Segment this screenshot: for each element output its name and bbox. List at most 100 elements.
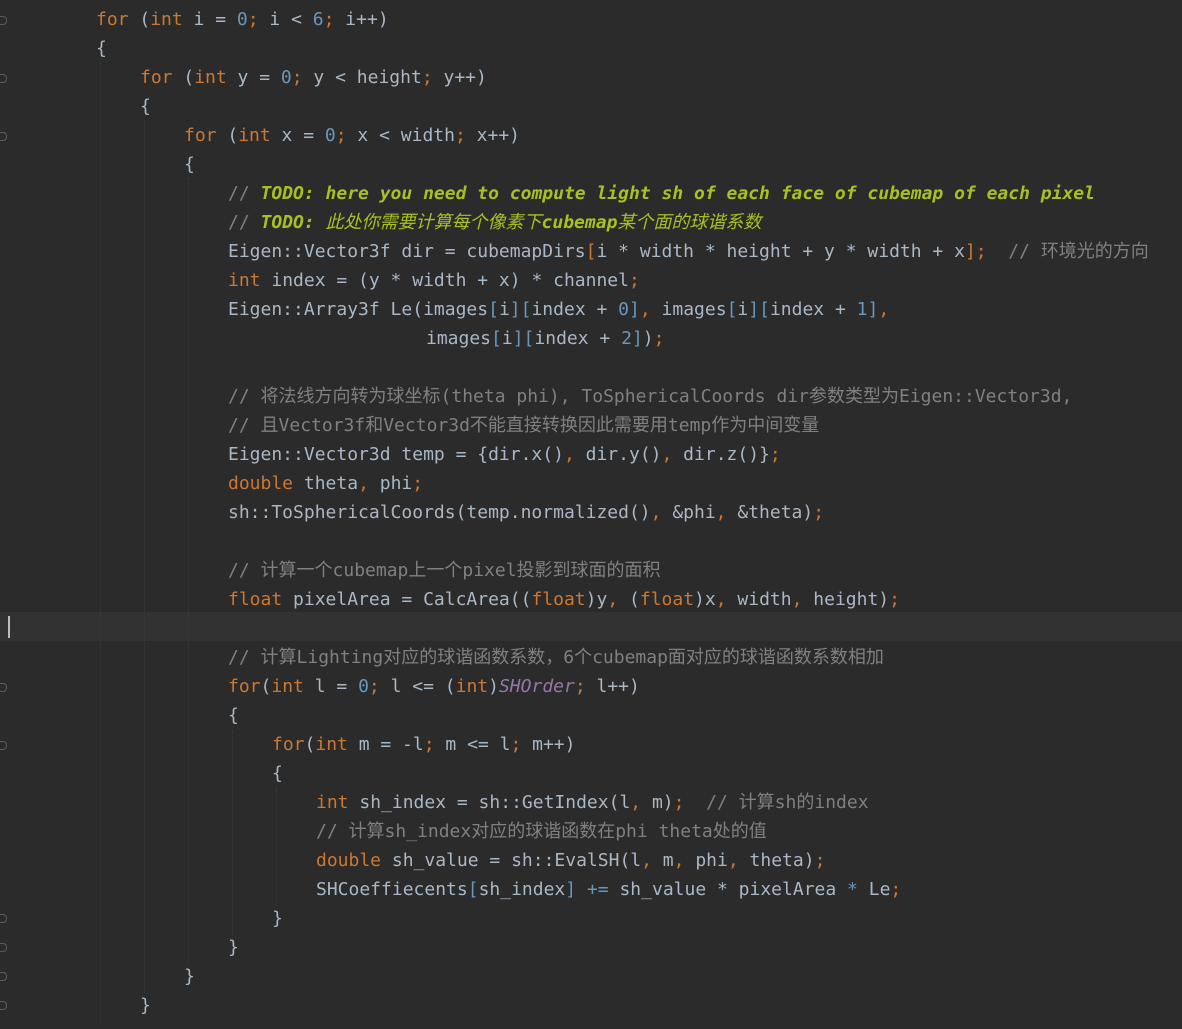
code-text: &phi bbox=[661, 502, 716, 523]
code-text: sh_index bbox=[478, 879, 566, 900]
comma: , bbox=[727, 850, 739, 871]
code-line-19: float pixelArea = CalcArea((float)y, (fl… bbox=[228, 585, 900, 614]
semicolon: ; bbox=[890, 879, 902, 900]
semicolon: ; bbox=[291, 67, 303, 88]
code-line-6: { bbox=[184, 150, 195, 179]
number-literal: 2 bbox=[621, 328, 632, 349]
code-line-16: double theta, phi; bbox=[228, 469, 423, 498]
code-text: images bbox=[426, 328, 492, 349]
semicolon: ; bbox=[323, 9, 335, 30]
semicolon: ; bbox=[889, 589, 900, 610]
brace: } bbox=[272, 908, 283, 929]
code-text: sh_value = sh::EvalSH(l bbox=[381, 850, 642, 871]
bracket: ][ bbox=[748, 299, 770, 320]
code-line-30: } bbox=[228, 933, 239, 962]
todo-comment: cubemap bbox=[541, 212, 618, 233]
comment: phi theta bbox=[615, 821, 713, 842]
comma: , bbox=[673, 850, 685, 871]
keyword: double bbox=[228, 473, 294, 494]
operator: += bbox=[576, 879, 620, 900]
code-text: dir.y() bbox=[574, 444, 662, 465]
code-text: x = bbox=[270, 125, 325, 146]
code-text: ( bbox=[260, 676, 272, 697]
comma: , bbox=[661, 444, 673, 465]
indent-guide bbox=[232, 730, 233, 935]
keyword: int bbox=[315, 734, 348, 755]
bracket: ] bbox=[629, 299, 640, 320]
code-line-3: for (int y = 0; y < height; y++) bbox=[140, 63, 487, 92]
comment: // bbox=[228, 647, 261, 668]
comment: (theta phi), ToSphericalCoords dir bbox=[440, 386, 809, 407]
code-text: i = bbox=[182, 9, 237, 30]
comment: // bbox=[986, 241, 1041, 262]
comment: 参数类型为 bbox=[808, 386, 899, 407]
keyword: int bbox=[194, 67, 227, 88]
bracket: ] bbox=[964, 241, 976, 262]
comment: cubemap bbox=[332, 560, 409, 581]
code-line-15: Eigen::Vector3d temp = {dir.x(), dir.y()… bbox=[228, 440, 781, 469]
code-text: i * width * height + y * width + x bbox=[596, 241, 965, 262]
code-area[interactable]: for (int i = 0; i < 6; i++) { for (int y… bbox=[0, 0, 1182, 1029]
comment: cubemap bbox=[592, 647, 668, 668]
brace: } bbox=[228, 937, 239, 958]
code-text: m bbox=[651, 850, 674, 871]
code-text: l++) bbox=[585, 676, 640, 697]
code-line-13: // 将法线方向转为球坐标(theta phi), ToSphericalCoo… bbox=[228, 382, 1072, 411]
code-text: sh_value * pixelArea bbox=[619, 879, 848, 900]
code-text: ( bbox=[618, 589, 640, 610]
code-text: Eigen::Vector3f dir = cubemapDirs bbox=[228, 241, 586, 262]
comment-marker: // bbox=[228, 183, 261, 204]
todo-comment: TODO: here you need to compute light sh … bbox=[260, 183, 1095, 204]
keyword: int bbox=[271, 676, 304, 697]
code-text: height) bbox=[802, 589, 890, 610]
code-line-1: for (int i = 0; i < 6; i++) bbox=[96, 5, 389, 34]
comment: 投影到球面的面积 bbox=[516, 560, 661, 581]
constant: SHOrder bbox=[498, 676, 575, 697]
code-line-20: // 计算Lighting对应的球谐函数系数，6个cubemap面对应的球谐函数… bbox=[228, 643, 884, 672]
code-text: i bbox=[737, 299, 749, 320]
bracket: [ bbox=[726, 299, 738, 320]
bracket: ][ bbox=[509, 299, 532, 320]
code-text: l <= ( bbox=[379, 676, 456, 697]
code-line-9: Eigen::Vector3f dir = cubemapDirs[i * wi… bbox=[228, 237, 1149, 266]
semicolon: ; bbox=[813, 502, 825, 523]
semicolon: ; bbox=[628, 270, 640, 291]
code-text: y < height bbox=[302, 67, 422, 88]
comma: , bbox=[715, 589, 727, 610]
code-line-23: for(int m = -l; m <= l; m++) bbox=[272, 730, 575, 759]
code-text: x++) bbox=[465, 125, 520, 146]
todo-comment: 某个面的球谐系数 bbox=[617, 212, 762, 233]
code-text: Eigen::Vector3d temp = {dir.x() bbox=[228, 444, 564, 465]
bracket: [ bbox=[585, 241, 597, 262]
number-literal: 1 bbox=[856, 299, 868, 320]
keyword: int bbox=[150, 9, 183, 30]
code-text: ( bbox=[172, 67, 195, 88]
code-text: y++) bbox=[432, 67, 487, 88]
number-literal: 0 bbox=[236, 9, 248, 30]
code-line-12: images[i][index + 2]); bbox=[426, 324, 664, 353]
code-line-22: { bbox=[228, 701, 239, 730]
code-text: m++) bbox=[521, 734, 576, 755]
code-text: ) bbox=[642, 328, 654, 349]
code-line-31: } bbox=[184, 962, 195, 991]
brace: { bbox=[96, 38, 107, 59]
comma: , bbox=[639, 299, 651, 320]
brace: { bbox=[228, 705, 239, 726]
code-line-17: sh::ToSphericalCoords(temp.normalized(),… bbox=[228, 498, 824, 527]
code-text: phi bbox=[684, 850, 728, 871]
keyword: float bbox=[531, 589, 586, 610]
code-text: theta) bbox=[738, 850, 815, 871]
comment: 处的值 bbox=[712, 821, 767, 842]
text-cursor bbox=[8, 616, 10, 638]
number-literal: 0 bbox=[358, 676, 369, 697]
comma: , bbox=[650, 502, 662, 523]
code-text: index = (y * width + x) * channel bbox=[260, 270, 629, 291]
code-editor[interactable]: for (int i = 0; i < 6; i++) { for (int y… bbox=[0, 0, 1182, 1029]
comment: 计算一个 bbox=[260, 560, 333, 581]
comment: pixel bbox=[462, 560, 517, 581]
semicolon: ; bbox=[368, 676, 380, 697]
brace: } bbox=[184, 966, 195, 987]
comment: 将法线方向转为球坐标 bbox=[260, 386, 441, 407]
todo-comment: TODO: bbox=[260, 212, 326, 233]
code-text: l = bbox=[303, 676, 359, 697]
